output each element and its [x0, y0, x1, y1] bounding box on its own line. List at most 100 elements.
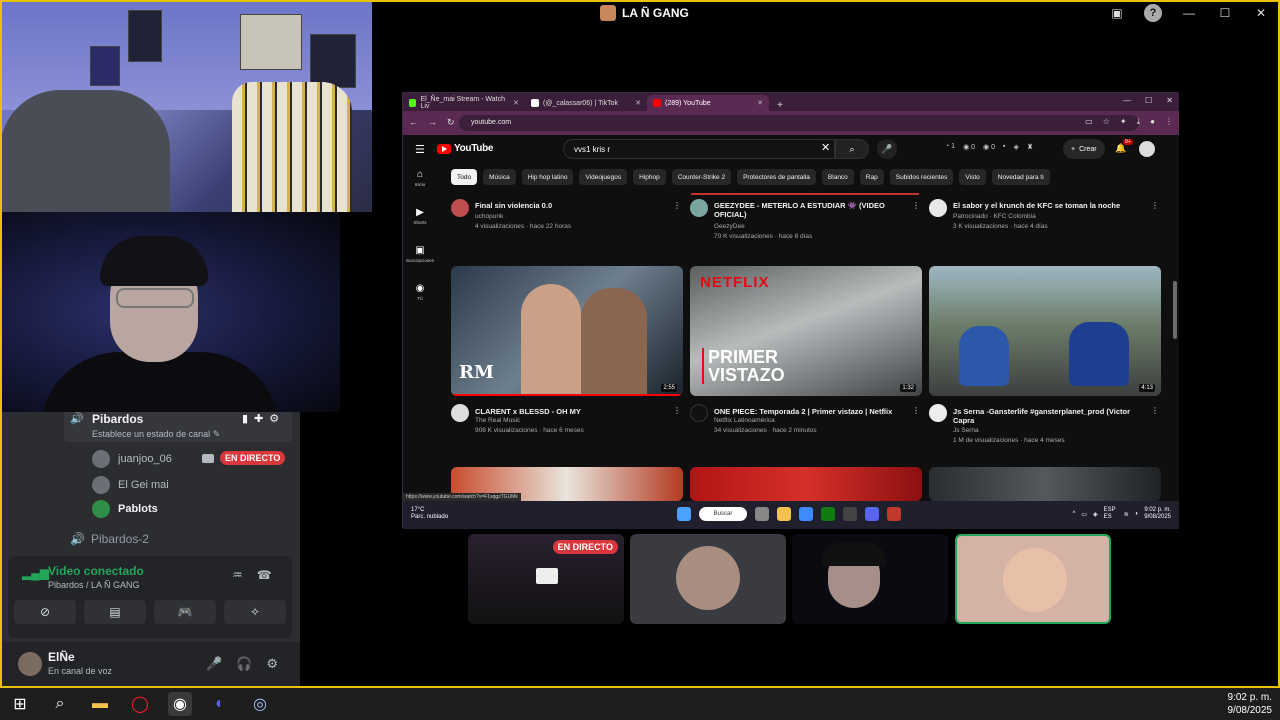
profile-icon[interactable]: ● — [1150, 117, 1155, 127]
video-title[interactable]: ONE PIECE: Temporada 2 | Primer vistazo … — [714, 407, 910, 416]
tab-youtube[interactable]: (289) YouTube ✕ — [647, 95, 769, 111]
wifi-icon[interactable]: ≋ — [1124, 511, 1129, 518]
channel-avatar[interactable] — [451, 404, 469, 422]
folder-icon[interactable]: ▬ — [88, 692, 112, 716]
inbox-icon[interactable]: ▣ — [1108, 4, 1126, 22]
chip[interactable]: Visto — [959, 169, 986, 185]
video-card[interactable]: NETFLIX PRIMER VISTAZO 1:32 ONE PIECE: T… — [690, 266, 922, 446]
gear-icon[interactable]: ⚙ — [269, 412, 279, 425]
chip[interactable]: Rap — [859, 169, 884, 185]
channel-avatar[interactable] — [451, 199, 469, 217]
chip[interactable]: Protectores de pantalla — [737, 169, 816, 185]
clock[interactable]: 9:02 p. m. 9/08/2025 — [1228, 691, 1273, 717]
chip[interactable]: Música — [483, 169, 516, 185]
voice-member[interactable]: Pablots — [92, 500, 158, 518]
voice-member[interactable]: El Gei mai — [92, 476, 169, 494]
folder-icon[interactable] — [777, 507, 791, 521]
forward-icon[interactable]: → — [428, 117, 437, 128]
video-channel[interactable]: Netflix Latinoamérica — [714, 417, 775, 424]
create-button[interactable]: + Crear — [1063, 139, 1105, 159]
video-channel[interactable]: uchopunk — [475, 213, 503, 220]
windows-start-icon[interactable]: ⊞ — [8, 692, 32, 716]
disconnect-icon[interactable]: ☎ — [257, 568, 272, 582]
video-channel[interactable]: Patrocinado · KFC Colombia — [953, 213, 1036, 220]
extension-icon[interactable]: ▪ — [1003, 143, 1005, 151]
hamburger-icon[interactable]: ☰ — [415, 143, 425, 156]
download-icon[interactable]: ⤓ — [1137, 117, 1141, 127]
video-channel[interactable]: Js Serna — [953, 427, 979, 434]
task-view-icon[interactable] — [755, 507, 769, 521]
sidebar-item-you[interactable]: ◉ Tú — [403, 283, 437, 301]
chip[interactable]: Blanco — [821, 169, 854, 185]
chip-all[interactable]: Todo — [451, 169, 478, 185]
sidebar-item-shorts[interactable]: ▶ Shorts — [403, 207, 437, 225]
participant-tile-stream[interactable]: EN DIRECTO — [468, 534, 624, 624]
video-thumbnail[interactable]: NETFLIX PRIMER VISTAZO 1:32 — [690, 266, 922, 396]
channel-avatar[interactable] — [929, 404, 947, 422]
install-icon[interactable]: ▭ — [1085, 117, 1093, 127]
steam-icon[interactable]: ◎ — [248, 692, 272, 716]
video-channel[interactable]: GeezyDee — [714, 223, 745, 230]
scrollbar[interactable] — [1173, 281, 1177, 339]
maximize-button[interactable]: ☐ — [1216, 4, 1234, 22]
obs-icon[interactable]: ◉ — [168, 692, 192, 716]
more-icon[interactable]: ⋮ — [673, 406, 681, 415]
search-icon[interactable]: ⌕ — [48, 692, 72, 716]
browser-icon[interactable] — [887, 507, 901, 521]
video-card[interactable]: Final sin violencia 0.0 uchopunk 4 visua… — [451, 199, 683, 239]
minimize-button[interactable]: — — [1123, 96, 1131, 105]
star-icon[interactable]: ☆ — [1103, 117, 1110, 127]
more-icon[interactable]: ⋮ — [1151, 406, 1159, 415]
extensions-icon[interactable]: ✦ — [1120, 117, 1127, 127]
chip[interactable]: Hip hop latino — [521, 169, 574, 185]
sidebar-item-home[interactable]: ⌂ Inicio — [403, 169, 437, 187]
video-title[interactable]: Final sin violencia 0.0 — [475, 201, 671, 210]
extension-icon[interactable]: ◉ 0 — [983, 143, 995, 151]
chip[interactable]: Novedad para ti — [991, 169, 1050, 185]
sidebar-item-subscriptions[interactable]: ▣ Suscripciones — [403, 245, 437, 263]
url-input[interactable]: youtube.com — [459, 115, 1139, 131]
channel-avatar[interactable] — [929, 199, 947, 217]
chip[interactable]: Counter-Strike 2 — [671, 169, 732, 185]
chip[interactable]: Subidos recientes — [889, 169, 954, 185]
chat-icon[interactable]: ▮ — [242, 412, 248, 425]
participant-tile[interactable] — [630, 534, 786, 624]
video-title[interactable]: El sabor y el krunch de KFC se toman la … — [953, 201, 1149, 210]
tab-kick[interactable]: El_Ñe_mai Stream - Watch Liv ✕ — [403, 95, 525, 111]
channel-avatar[interactable] — [690, 199, 708, 217]
new-tab-button[interactable]: + — [769, 100, 791, 111]
menu-icon[interactable]: ⋮ — [1165, 117, 1173, 127]
clear-icon[interactable]: ✕ — [821, 141, 830, 154]
extension-icon[interactable]: ♜ — [1027, 143, 1033, 151]
app-icon[interactable] — [843, 507, 857, 521]
close-button[interactable]: ✕ — [1166, 96, 1173, 105]
close-button[interactable]: ✕ — [1252, 4, 1270, 22]
extension-icon[interactable]: ◔ 1 — [945, 143, 955, 151]
connection-channel[interactable]: Pibardos / LA Ñ GANG — [48, 580, 140, 590]
video-thumbnail[interactable] — [929, 467, 1161, 501]
participant-tile-camera[interactable] — [792, 534, 948, 624]
extension-icon[interactable]: ◉ 0 — [963, 143, 975, 151]
video-thumbnail[interactable] — [690, 467, 922, 501]
voice-channel-2[interactable]: 🔊 Pibardos-2 — [70, 532, 149, 546]
extension-icon[interactable]: ◈ — [1013, 143, 1018, 151]
chip[interactable]: Hiphop — [633, 169, 666, 185]
discord-icon[interactable]: ◐ — [208, 692, 232, 716]
video-thumbnail[interactable]: RM 2:55 — [451, 266, 683, 396]
search-button[interactable]: ⌕ — [835, 139, 869, 159]
video-title[interactable]: Js Serna -Gansterlife #gansterplanet_pro… — [953, 407, 1149, 425]
close-icon[interactable]: ✕ — [513, 99, 519, 107]
clock[interactable]: 9:02 p. m. 9/08/2025 — [1144, 507, 1171, 521]
discord-icon[interactable] — [865, 507, 879, 521]
connection-status[interactable]: Video conectado — [48, 564, 144, 578]
close-icon[interactable]: ✕ — [635, 99, 641, 107]
participant-tile-speaking[interactable] — [955, 534, 1111, 624]
channel-status[interactable]: Establece un estado de canal ✎ — [92, 429, 220, 440]
username[interactable]: ElÑe — [48, 650, 75, 664]
video-card[interactable]: RM 2:55 CLARENT x BLESSD - OH MY The Rea… — [451, 266, 683, 446]
reload-icon[interactable]: ↻ — [447, 117, 455, 128]
video-title[interactable]: CLARENT x BLESSD - OH MY — [475, 407, 671, 416]
minimize-button[interactable]: — — [1180, 4, 1198, 22]
add-member-icon[interactable]: ✚ — [254, 412, 263, 425]
avatar[interactable] — [1139, 141, 1155, 157]
